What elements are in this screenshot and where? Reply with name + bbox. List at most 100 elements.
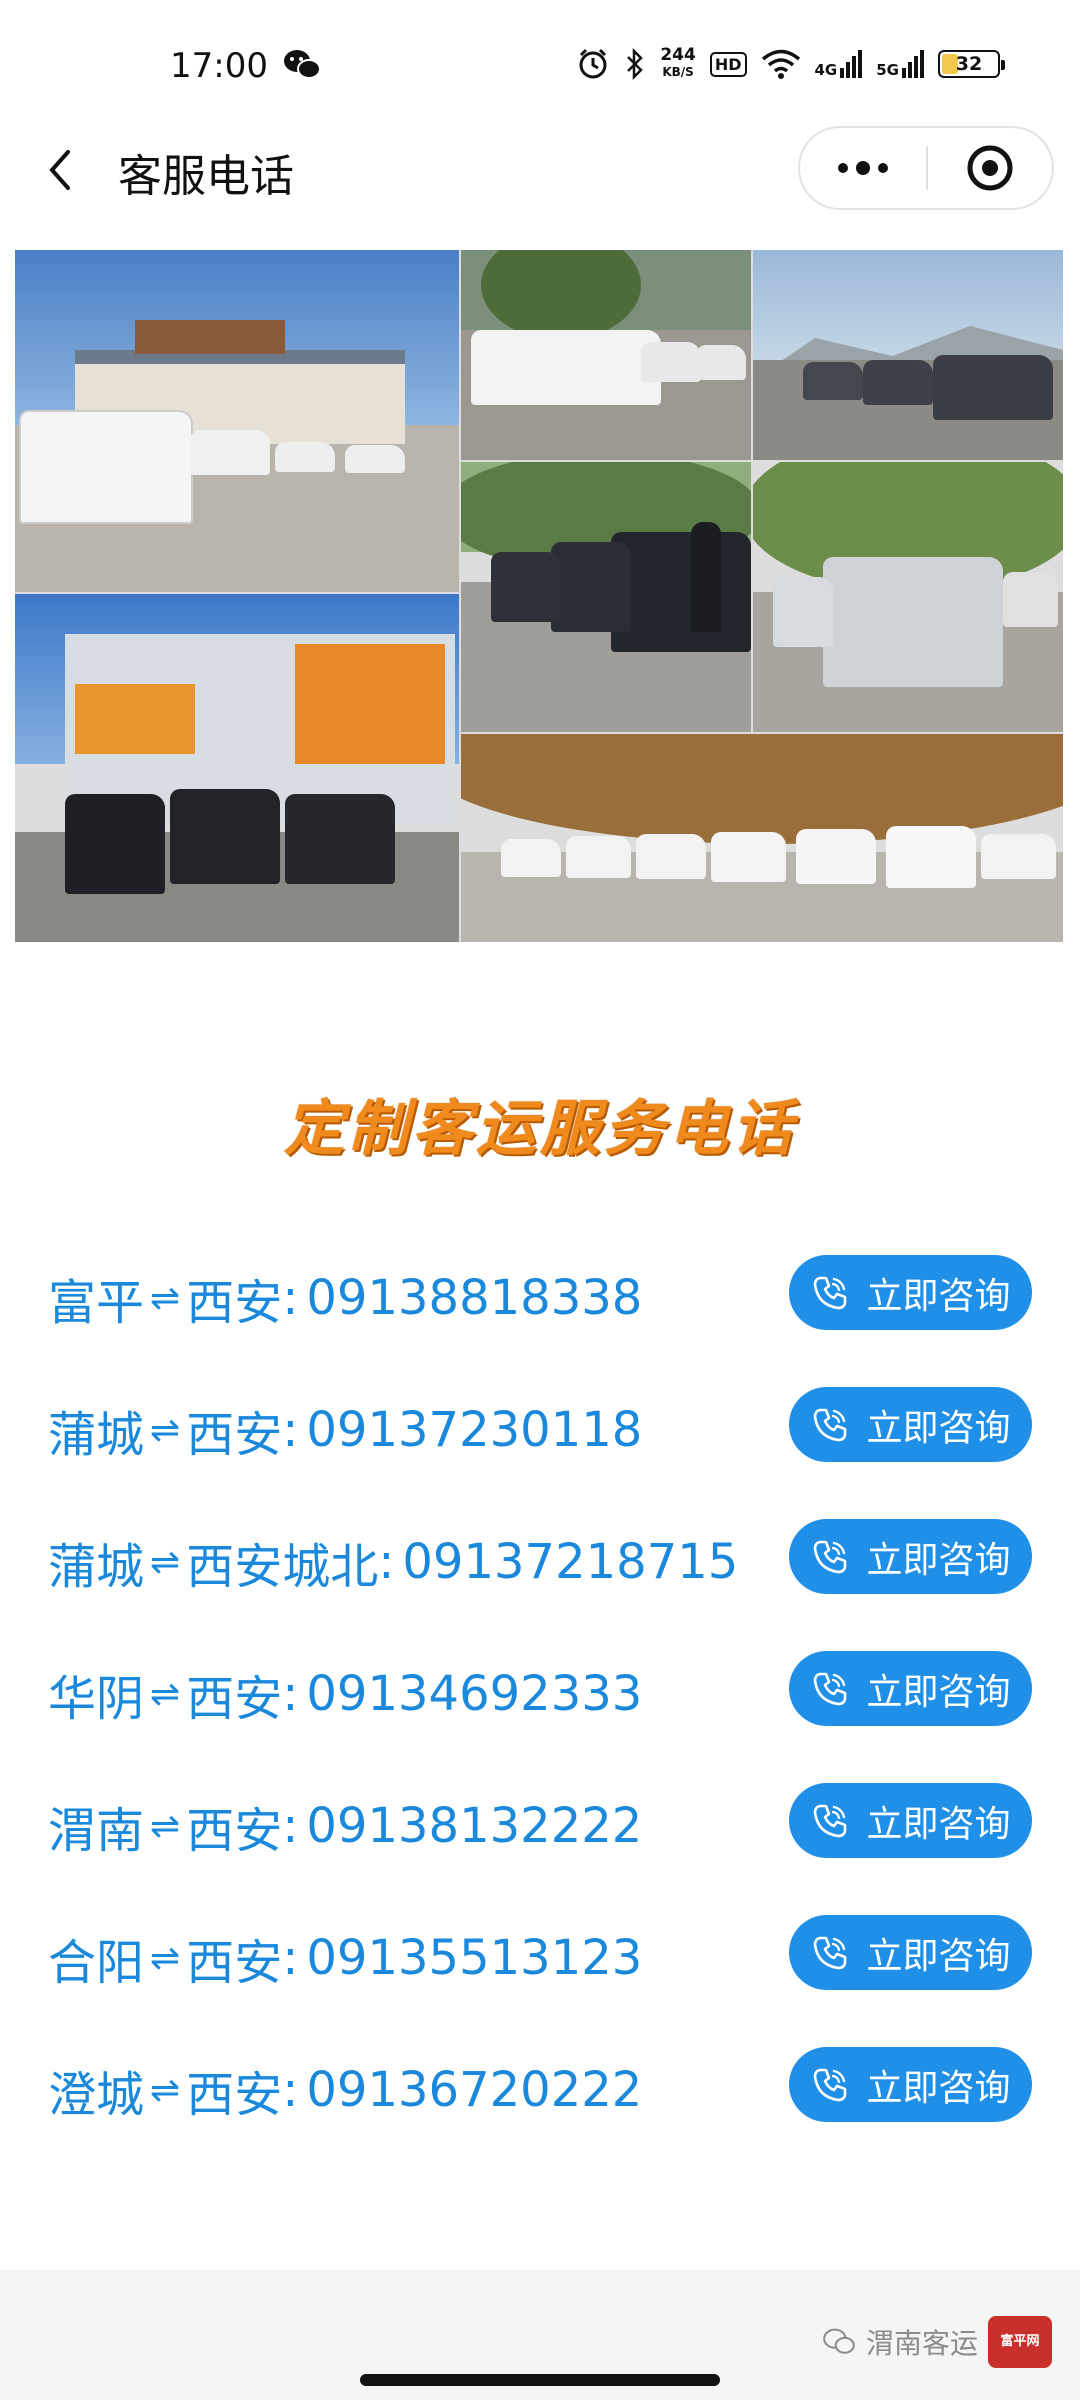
consult-button[interactable]: 立即咨询 — [789, 1783, 1032, 1858]
back-chevron-icon[interactable] — [38, 140, 82, 200]
route-text: 蒲城 ⇌ 西安城北:09137218715 — [48, 1527, 738, 1597]
consult-button[interactable]: 立即咨询 — [789, 1255, 1032, 1330]
close-miniprogram-icon — [967, 145, 1013, 191]
route-from: 渭南 — [48, 1803, 145, 1859]
route-row: 富平 ⇌ 西安:09138818338 立即咨询 — [0, 1255, 1080, 1335]
photo-station-white-mpv — [15, 250, 459, 592]
route-colon: : — [282, 1270, 299, 1326]
route-row: 华阴 ⇌ 西安:09134692333 立即咨询 — [0, 1651, 1080, 1731]
consult-button[interactable]: 立即咨询 — [789, 1519, 1032, 1594]
hd-badge: HD — [709, 51, 747, 77]
route-arrow-icon: ⇌ — [150, 1805, 181, 1847]
consult-button-label: 立即咨询 — [866, 1407, 1011, 1449]
network-speed: 244 KB/S — [660, 47, 696, 81]
route-to: 西安 — [186, 1275, 283, 1331]
bluetooth-icon — [627, 47, 644, 81]
more-button[interactable] — [800, 128, 926, 208]
route-row: 蒲城 ⇌ 西安城北:09137218715 立即咨询 — [0, 1519, 1080, 1599]
signal-bars-icon — [840, 50, 863, 78]
signal-5g: 5G — [876, 50, 924, 78]
route-phone: 09136720222 — [306, 2062, 643, 2118]
photo-dark-mpv-mountain — [753, 250, 1063, 460]
watermark-text: 渭南客运 — [865, 2327, 978, 2360]
signal-4g: 4G — [815, 50, 863, 78]
phone-icon — [814, 1276, 847, 1309]
consult-button-label: 立即咨询 — [866, 1275, 1011, 1317]
route-row: 渭南 ⇌ 西安:09138132222 立即咨询 — [0, 1783, 1080, 1863]
route-phone: 09137218715 — [402, 1534, 739, 1590]
route-arrow-icon: ⇌ — [150, 1277, 181, 1319]
route-colon: : — [282, 1402, 299, 1458]
status-time: 17:00 — [170, 46, 268, 86]
route-from: 合阳 — [48, 1935, 145, 1991]
watermark-logo: 富平网 — [988, 2316, 1052, 2368]
consult-button[interactable]: 立即咨询 — [789, 1651, 1032, 1726]
wechat-icon — [284, 50, 321, 79]
consult-button-label: 立即咨询 — [866, 1539, 1011, 1581]
speed-value: 244 — [660, 45, 696, 65]
route-to: 西安 — [186, 1671, 283, 1727]
wifi-icon — [761, 49, 800, 79]
close-miniprogram-button[interactable] — [928, 128, 1052, 208]
page-title: 客服电话 — [118, 151, 294, 202]
route-phone: 09138818338 — [306, 1270, 643, 1326]
route-text: 华阴 ⇌ 西安:09134692333 — [48, 1659, 642, 1729]
route-colon: : — [282, 2062, 299, 2118]
route-colon: : — [282, 1798, 299, 1854]
phone-icon — [814, 1804, 847, 1837]
phone-icon — [814, 2068, 847, 2101]
consult-button[interactable]: 立即咨询 — [789, 1915, 1032, 1990]
consult-button-label: 立即咨询 — [866, 1803, 1011, 1845]
consult-button-label: 立即咨询 — [866, 1671, 1011, 1713]
alarm-icon — [579, 48, 607, 79]
route-to: 西安 — [186, 2067, 283, 2123]
banner-collage-image — [15, 250, 1063, 942]
route-arrow-icon: ⇌ — [150, 1673, 181, 1715]
photo-silver-van — [753, 462, 1063, 732]
route-row: 蒲城 ⇌ 西安:09137230118 立即咨询 — [0, 1387, 1080, 1467]
route-from: 澄城 — [48, 2067, 145, 2123]
home-indicator[interactable] — [360, 2374, 720, 2386]
status-icons: 244 KB/S HD 4G 5G 32 — [576, 42, 1005, 86]
route-arrow-icon: ⇌ — [150, 1937, 181, 1979]
photo-bus-station-black-vans — [15, 594, 459, 942]
route-row: 合阳 ⇌ 西安:09135513123 立即咨询 — [0, 1915, 1080, 1995]
route-text: 合阳 ⇌ 西安:09135513123 — [48, 1923, 642, 1993]
photo-black-vans-driver — [461, 462, 751, 732]
battery-level: 32 — [955, 53, 983, 75]
section-title: 定制客运服务电话 — [284, 1094, 796, 1164]
route-to: 西安 — [186, 1935, 283, 1991]
route-phone: 09135513123 — [306, 1930, 643, 1986]
route-colon: : — [282, 1666, 299, 1722]
speed-unit: KB/S — [662, 65, 694, 79]
photo-white-vans-lot — [461, 734, 1063, 942]
route-to: 西安城北 — [186, 1539, 379, 1595]
photo-white-mpv-row — [461, 250, 751, 460]
route-row: 澄城 ⇌ 西安:09136720222 立即咨询 — [0, 2047, 1080, 2127]
phone-icon — [814, 1540, 847, 1573]
phone-icon — [814, 1408, 847, 1441]
consult-button[interactable]: 立即咨询 — [789, 1387, 1032, 1462]
signal-bars-icon — [902, 50, 924, 78]
route-from: 蒲城 — [48, 1539, 145, 1595]
route-text: 澄城 ⇌ 西安:09136720222 — [48, 2055, 642, 2125]
consult-button[interactable]: 立即咨询 — [789, 2047, 1032, 2122]
route-from: 华阴 — [48, 1671, 145, 1727]
route-colon: : — [378, 1534, 395, 1590]
status-bar: 17:00 244 KB/S HD 4G 5G 32 — [0, 0, 1080, 130]
route-arrow-icon: ⇌ — [150, 2069, 181, 2111]
route-text: 富平 ⇌ 西安:09138818338 — [48, 1263, 642, 1333]
route-phone: 09134692333 — [306, 1666, 643, 1722]
miniprogram-capsule — [798, 126, 1054, 210]
wechat-channel-icon — [823, 2328, 855, 2354]
battery-icon: 32 — [938, 50, 1005, 78]
route-arrow-icon: ⇌ — [150, 1541, 181, 1583]
network-5g-label: 5G — [876, 61, 899, 79]
route-arrow-icon: ⇌ — [150, 1409, 181, 1451]
route-colon: : — [282, 1930, 299, 1986]
phone-icon — [814, 1672, 847, 1705]
more-dots-icon — [838, 161, 888, 175]
route-text: 蒲城 ⇌ 西安:09137230118 — [48, 1395, 642, 1465]
route-to: 西安 — [186, 1803, 283, 1859]
nav-bar: 客服电话 — [0, 122, 1080, 218]
